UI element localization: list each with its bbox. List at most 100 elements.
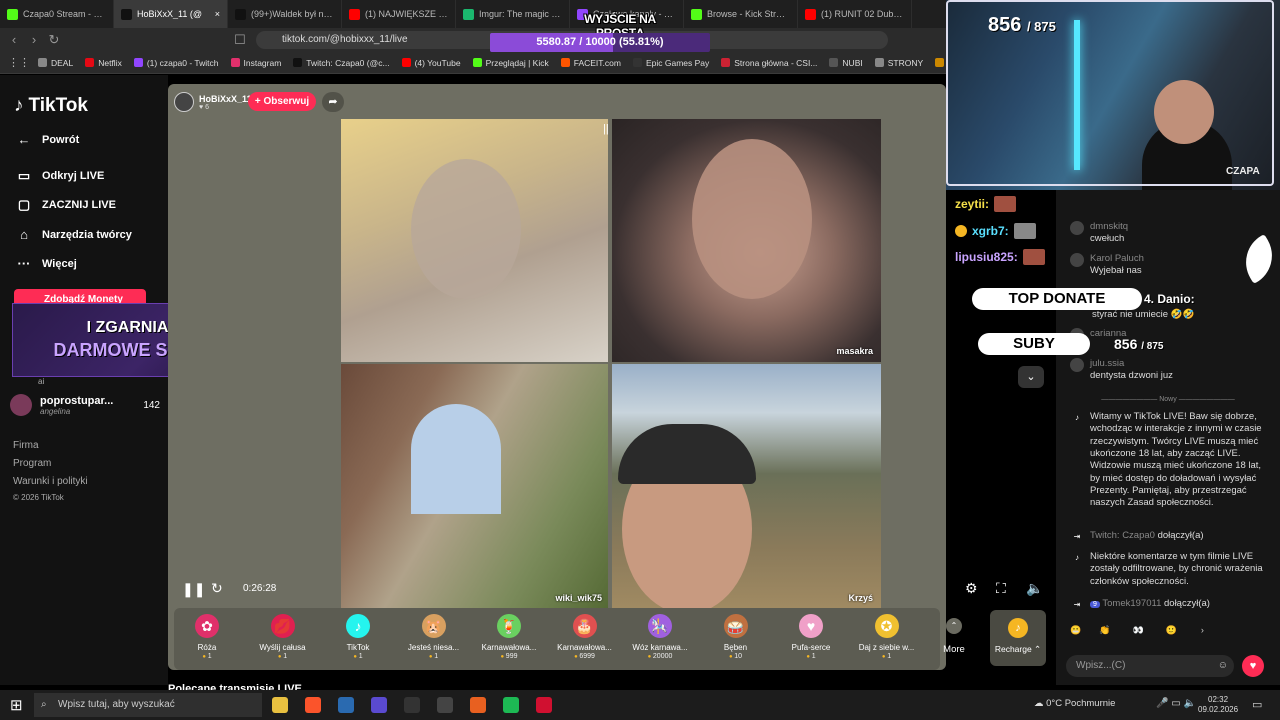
taskbar-app-icon[interactable]: [470, 697, 486, 713]
bookmark-item[interactable]: Epic Games Pay: [632, 58, 709, 68]
bookmark-item[interactable]: Strona główna - CSI...: [721, 58, 817, 68]
footer-link-company[interactable]: Firma: [13, 440, 39, 451]
subs-goal: / 875: [1141, 341, 1164, 352]
bookmark-favicon-icon: [230, 58, 240, 67]
tiktok-logo[interactable]: ♪ TikTok: [14, 95, 88, 117]
gift-item[interactable]: 🍹 Karnawałowa...999: [476, 614, 542, 660]
gift-item[interactable]: ♥ Pufa-serce1: [778, 614, 844, 660]
recharge-button[interactable]: ♪ Recharge ⌃: [990, 610, 1046, 666]
share-icon[interactable]: ➦: [322, 92, 344, 112]
bookmark-item[interactable]: NUBI: [829, 58, 863, 68]
taskbar-app-icon[interactable]: [437, 697, 453, 713]
footer-link-program[interactable]: Program: [13, 458, 51, 469]
refresh-icon[interactable]: ↻: [211, 580, 223, 597]
volume-icon[interactable]: 🔈: [1026, 580, 1043, 597]
windows-start-icon[interactable]: ⊞: [10, 696, 23, 714]
gift-item[interactable]: 🥁 Bęben10: [703, 614, 769, 660]
host-avatar: [174, 92, 194, 112]
gift-item[interactable]: ♪ TikTok1: [325, 614, 391, 660]
taskbar-app-icon[interactable]: [305, 697, 321, 713]
sidebar-item-creator-tools[interactable]: ⌂ Narzędzia twórcy: [16, 227, 132, 242]
bookmark-favicon-icon: [721, 58, 731, 67]
emoji-reaction[interactable]: 🙂: [1166, 625, 1177, 636]
back-button[interactable]: ← Powrót: [16, 132, 80, 147]
gift-item[interactable]: ✪ Daj z siebie w...1: [854, 614, 920, 660]
bookmark-favicon-icon: [472, 58, 482, 67]
taskbar-app-icon[interactable]: [338, 697, 354, 713]
forward-arrow-icon[interactable]: ›: [26, 32, 42, 47]
guest-video-tile[interactable]: wiki_wik75: [341, 364, 608, 608]
gift-item[interactable]: 🐹 Jesteś niesa...1: [401, 614, 467, 660]
bookmark-favicon-icon: [293, 58, 303, 67]
taskbar-app-icon[interactable]: [503, 697, 519, 713]
gift-item[interactable]: 💋 Wyślij całusa1: [250, 614, 316, 660]
browser-tab[interactable]: HoBiXxX_11 (@ ×: [114, 0, 228, 28]
chat-text: cwełuch: [1090, 233, 1125, 245]
bookmark-icon[interactable]: ☐: [232, 32, 248, 48]
tray-icons[interactable]: 🎤 ▭ 🔈: [1156, 698, 1196, 709]
apps-grid-icon[interactable]: ⋮⋮: [8, 56, 30, 69]
emoji-reaction[interactable]: 😬: [1070, 625, 1081, 636]
taskbar-app-icon[interactable]: [404, 697, 420, 713]
camera-icon: ▢: [17, 197, 31, 212]
browser-tab[interactable]: (99+)Waldek był na wy: [228, 0, 342, 28]
taskbar-app-icon[interactable]: [272, 697, 288, 713]
pause-icon[interactable]: ❚❚: [182, 581, 205, 598]
bookmark-item[interactable]: FACEIT.com: [560, 58, 621, 68]
browser-tab[interactable]: Browse - Kick Streamin: [684, 0, 798, 28]
twitch-chat-message: xgrb7:: [955, 223, 1036, 239]
gift-price: 1: [250, 653, 316, 660]
close-icon[interactable]: ×: [215, 9, 220, 19]
bookmark-item[interactable]: STRONY: [874, 58, 923, 68]
weather-widget[interactable]: ☁ 0°C Pochmurnie: [1034, 698, 1115, 709]
reload-icon[interactable]: ↻: [46, 32, 62, 48]
bookmark-item[interactable]: (4) YouTube: [401, 58, 461, 68]
bookmark-item[interactable]: DEAL: [38, 58, 73, 68]
gift-name: Karnawałowa...: [481, 643, 537, 652]
gift-item[interactable]: ✿ Róża1: [174, 614, 240, 660]
browser-tab[interactable]: (1) NAJWIĘKSZE WYGR: [342, 0, 456, 28]
bookmark-item[interactable]: Netflix: [85, 58, 122, 68]
browser-tab[interactable]: Czapa0 Stream - Watc: [0, 0, 114, 28]
notifications-icon[interactable]: ▭: [1252, 698, 1262, 711]
following-item[interactable]: poprostupar... angelina 142: [10, 394, 160, 416]
sidebar-item-discover-live[interactable]: ▭ Odkryj LIVE: [16, 168, 105, 184]
emoji-reaction[interactable]: 👀: [1132, 625, 1143, 636]
taskbar-search-placeholder: Wpisz tutaj, aby wyszukać: [58, 699, 175, 710]
gift-item[interactable]: 🎂 Karnawałowa...6999: [552, 614, 618, 660]
back-label: Powrót: [42, 133, 80, 146]
sub-goal-progress-text: 5580.87 / 10000 (55.81%): [536, 36, 664, 48]
chevron-down-icon[interactable]: ⌄: [1018, 366, 1044, 388]
browser-tab[interactable]: Imgur: The magic of th: [456, 0, 570, 28]
float-icon: 🎠: [648, 614, 672, 638]
taskbar-search[interactable]: ⌕ Wpisz tutaj, aby wyszukać: [34, 693, 262, 717]
guest-video-tile[interactable]: Krzyś: [612, 364, 881, 608]
more-gifts-button[interactable]: More: [940, 614, 968, 655]
chat-input[interactable]: Wpisz...(C) ☺: [1066, 655, 1234, 677]
bookmark-item[interactable]: (1) czapa0 - Twitch: [133, 58, 219, 68]
taskbar-app-icon[interactable]: [371, 697, 387, 713]
emoji-icon[interactable]: ☺: [1218, 655, 1228, 677]
taskbar-clock[interactable]: 02:32 09.02.2026: [1198, 695, 1238, 716]
sidebar-item-start-live[interactable]: ▢ ZACZNIJ LIVE: [16, 197, 116, 213]
like-heart-button[interactable]: ♥: [1242, 655, 1264, 677]
fullscreen-icon[interactable]: ⛶: [996, 580, 1006, 597]
tiktok-note-icon: ♪: [1075, 413, 1079, 422]
guest-video-tile[interactable]: |||: [341, 119, 608, 362]
back-arrow-icon[interactable]: ‹: [6, 32, 22, 47]
host-info[interactable]: HoBiXxX_11 ♥ 6: [174, 91, 252, 113]
sidebar-item-more[interactable]: ··· Więcej: [16, 256, 77, 271]
bookmark-item[interactable]: Instagram: [230, 58, 281, 68]
follow-button[interactable]: + Obserwuj: [248, 92, 316, 111]
gift-item[interactable]: 🎠 Wóz karnawa...20000: [627, 614, 693, 660]
footer-link-terms[interactable]: Warunki i polityki: [13, 476, 88, 487]
browser-tab[interactable]: (1) RUNIT 02 Dubai - E: [798, 0, 912, 28]
taskbar-app-icon[interactable]: [536, 697, 552, 713]
settings-icon[interactable]: ⚙: [965, 580, 978, 597]
bookmark-item[interactable]: Przeglądaj | Kick: [472, 58, 549, 68]
emoji-reaction[interactable]: 👏: [1099, 625, 1110, 636]
gift-price: 10: [703, 653, 769, 660]
chevron-right-icon[interactable]: ›: [1201, 625, 1204, 636]
bookmark-item[interactable]: Twitch: Czapa0 (@c...: [293, 58, 390, 68]
guest-video-tile[interactable]: masakra: [612, 119, 881, 362]
